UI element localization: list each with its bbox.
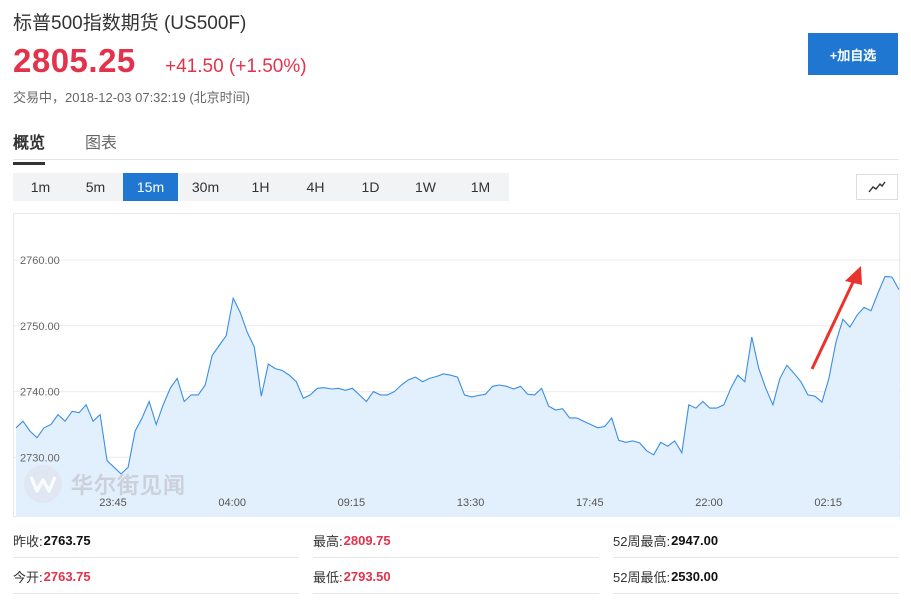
stat-value: 2793.50 bbox=[343, 569, 391, 584]
interval-selector: 1m 5m 15m 30m 1H 4H 1D 1W 1M bbox=[13, 173, 509, 201]
main-tabs: 概览 图表 bbox=[13, 128, 899, 165]
x-tick-label: 02:15 bbox=[814, 497, 842, 509]
stat-label: 52周最高: bbox=[613, 534, 671, 549]
interval-1mo[interactable]: 1M bbox=[453, 173, 508, 201]
y-tick-label: 2760.00 bbox=[20, 255, 60, 267]
price-change: +41.50 (+1.50%) bbox=[165, 56, 307, 77]
stats-row: 昨收: 2763.75 最高: 2809.75 52周最高: 2947.00 bbox=[13, 524, 911, 560]
stat-value: 2809.75 bbox=[343, 533, 391, 548]
x-tick-label: 13:30 bbox=[457, 497, 485, 509]
stat-value: 2530.00 bbox=[671, 569, 719, 584]
wallstreetcn-logo-icon bbox=[24, 465, 62, 503]
chart-type-button[interactable] bbox=[856, 174, 898, 200]
last-price: 2805.25 bbox=[13, 42, 136, 79]
stat-value: 2763.75 bbox=[43, 533, 91, 548]
interval-5m[interactable]: 5m bbox=[68, 173, 123, 201]
interval-1w[interactable]: 1W bbox=[398, 173, 453, 201]
interval-1m[interactable]: 1m bbox=[13, 173, 68, 201]
stat-label: 今开: bbox=[13, 570, 43, 585]
add-to-watchlist-button[interactable]: +加自选 bbox=[808, 33, 898, 75]
arrow-head bbox=[845, 266, 862, 285]
stat-prev-close: 昨收: 2763.75 bbox=[13, 524, 299, 558]
stats-row: 今开: 2763.75 最低: 2793.50 52周最低: 2530.00 bbox=[13, 560, 911, 596]
trading-status: 交易中，2018-12-03 07:32:19 (北京时间) bbox=[13, 90, 250, 105]
stat-value: 2947.00 bbox=[671, 533, 719, 548]
tab-overview[interactable]: 概览 bbox=[13, 129, 46, 165]
x-tick-label: 04:00 bbox=[218, 497, 246, 509]
interval-15m[interactable]: 15m bbox=[123, 173, 178, 201]
stat-52w-high: 52周最高: 2947.00 bbox=[613, 524, 899, 558]
interval-1h[interactable]: 1H bbox=[233, 173, 288, 201]
x-tick-label: 17:45 bbox=[576, 497, 604, 509]
instrument-title: 标普500指数期货 (US500F) bbox=[13, 13, 247, 34]
watermark: 华尔街见闻 bbox=[24, 465, 186, 503]
stat-low: 最低: 2793.50 bbox=[313, 560, 599, 594]
interval-30m[interactable]: 30m bbox=[178, 173, 233, 201]
interval-4h[interactable]: 4H bbox=[288, 173, 343, 201]
x-tick-label: 09:15 bbox=[338, 497, 366, 509]
y-tick-label: 2740.00 bbox=[20, 387, 60, 399]
stat-label: 昨收: bbox=[13, 534, 43, 549]
stat-high: 最高: 2809.75 bbox=[313, 524, 599, 558]
stat-open: 今开: 2763.75 bbox=[13, 560, 299, 594]
watermark-text: 华尔街见闻 bbox=[71, 473, 187, 498]
y-tick-label: 2730.00 bbox=[20, 452, 60, 464]
y-tick-label: 2750.00 bbox=[20, 321, 60, 333]
stat-label: 最低: bbox=[313, 570, 343, 585]
line-chart-icon bbox=[868, 181, 886, 193]
tab-chart[interactable]: 图表 bbox=[85, 129, 117, 162]
interval-1d[interactable]: 1D bbox=[343, 173, 398, 201]
x-tick-label: 22:00 bbox=[695, 497, 723, 509]
stat-value: 2763.75 bbox=[43, 569, 91, 584]
stat-label: 最高: bbox=[313, 534, 343, 549]
stat-label: 52周最低: bbox=[613, 570, 671, 585]
stat-52w-low: 52周最低: 2530.00 bbox=[613, 560, 899, 594]
